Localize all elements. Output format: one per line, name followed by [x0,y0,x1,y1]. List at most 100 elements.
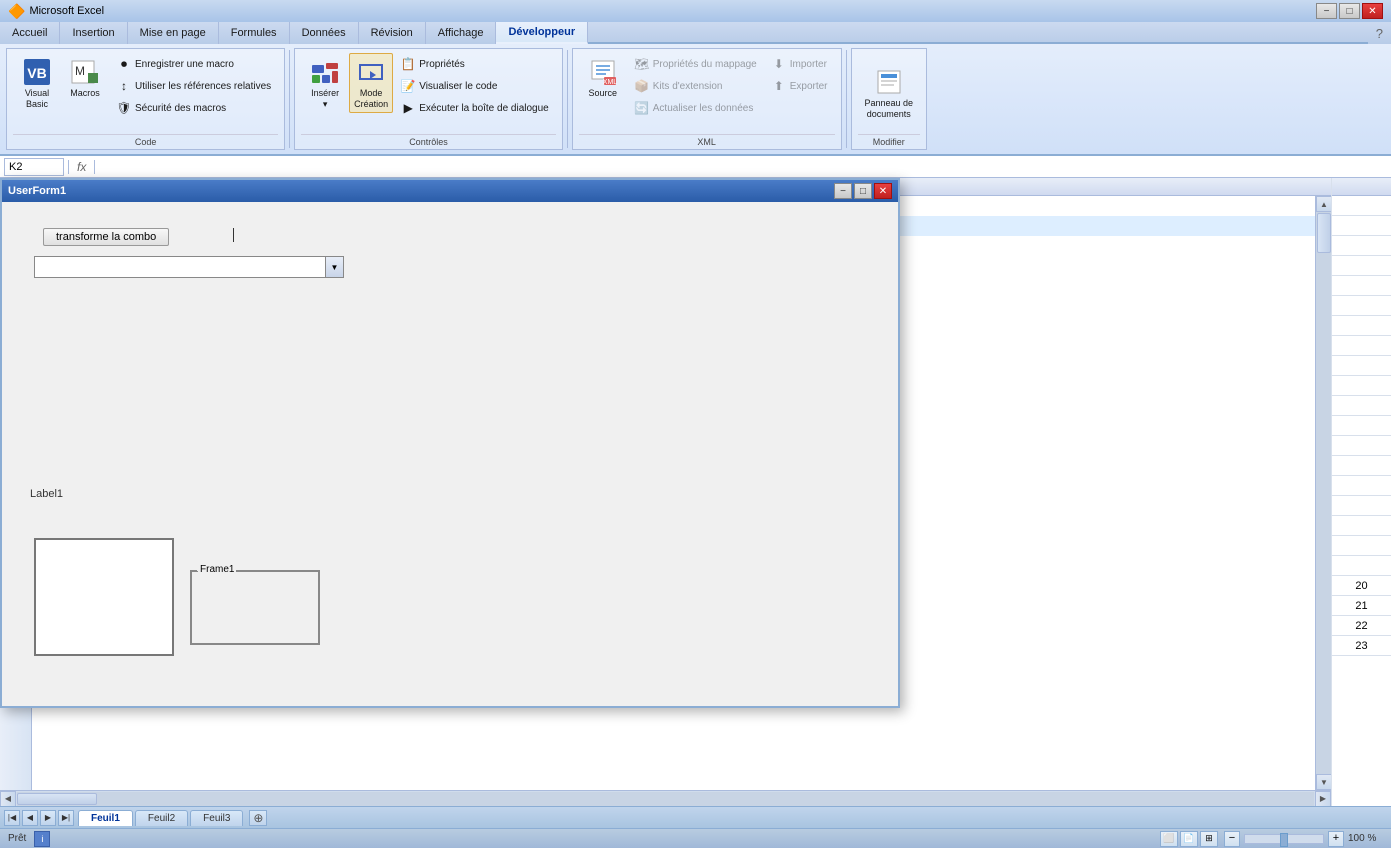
sheet-tab-feuil1[interactable]: Feuil1 [78,810,133,826]
extra-num-cell [1332,256,1391,276]
tab-affichage[interactable]: Affichage [426,22,497,44]
extra-num-cell [1332,296,1391,316]
sheet-nav-buttons: |◀ ◀ ▶ ▶| [0,810,78,826]
ribbon-group-controles: Insérer▾ ModeCréation 📋 Propriétés [294,48,563,150]
extra-num-cell [1332,236,1391,256]
dialog-maximize-button[interactable]: □ [854,183,872,199]
listbox-control[interactable] [34,538,174,656]
mode-creation-label: ModeCréation [354,88,388,110]
panneau-button[interactable]: Panneau dedocuments [860,63,919,123]
sheet-tab-bar: |◀ ◀ ▶ ▶| Feuil1 Feuil2 Feuil3 ⊕ [0,806,1391,828]
modifier-group-label: Modifier [858,134,921,147]
export-icon: ⬆ [771,78,787,94]
tab-accueil[interactable]: Accueil [0,22,60,44]
tab-developpeur[interactable]: Développeur [496,22,588,44]
enregistrer-macro-button[interactable]: ⏺ Enregistrer une macro [111,53,276,75]
page-layout-button[interactable]: 📄 [1180,831,1198,847]
dialog-minimize-button[interactable]: − [834,183,852,199]
ribbon-group-modifier: Panneau dedocuments Modifier [851,48,928,150]
status-icon: i [34,831,50,847]
tab-revision[interactable]: Révision [359,22,426,44]
scroll-left-button[interactable]: ◀ [0,791,16,807]
status-ready: Prêt [8,833,26,844]
kit-icon: 📦 [634,78,650,94]
view-controls: ⬜ 📄 ⊞ [1160,831,1218,847]
page-break-view-button[interactable]: ⊞ [1200,831,1218,847]
proprietes-button[interactable]: 📋 Propriétés [395,53,554,75]
h-scroll-thumb[interactable] [17,793,97,805]
mode-creation-icon [355,56,387,88]
zoom-out-button[interactable]: − [1224,831,1240,847]
sheet-nav-prev[interactable]: ◀ [22,810,38,826]
zoom-slider-thumb[interactable] [1280,833,1288,847]
visual-basic-icon: VB [21,56,53,88]
sheet-tab-feuil2[interactable]: Feuil2 [135,810,188,826]
inserer-icon [309,56,341,88]
controles-group-label: Contrôles [301,134,556,147]
minimize-button[interactable]: − [1316,3,1337,19]
cell-reference-input[interactable] [4,158,64,176]
visualiser-code-button[interactable]: 📝 Visualiser le code [395,75,554,97]
combobox-control[interactable]: ▼ [34,256,344,278]
tab-formules[interactable]: Formules [219,22,290,44]
macros-icon: M [69,56,101,88]
proprietes-mappage-button: 🗺 Propriétés du mappage [629,53,762,75]
combobox-dropdown-arrow[interactable]: ▼ [325,257,343,277]
add-sheet-button[interactable]: ⊕ [249,810,267,826]
dialog-controls: − □ ✕ [834,183,892,199]
extra-num-cell [1332,436,1391,456]
panneau-icon [873,66,905,98]
code-group-label: Code [13,134,278,147]
horizontal-scrollbar[interactable]: ◀ ▶ [0,790,1331,806]
svg-text:XML: XML [603,79,618,86]
sheet-nav-next[interactable]: ▶ [40,810,56,826]
ribbon-group-code: VB VisualBasic M Macros [6,48,285,150]
formula-input[interactable] [99,161,1387,173]
sheet-nav-last[interactable]: ▶| [58,810,74,826]
fx-label: fx [73,160,90,174]
exporter-button: ⬆ Exporter [766,75,833,97]
extra-num-cell [1332,536,1391,556]
formula-divider [68,160,69,174]
sheet-tab-feuil3[interactable]: Feuil3 [190,810,243,826]
extra-num-cell [1332,216,1391,236]
dialog-close-button[interactable]: ✕ [874,183,892,199]
formula-bar: fx [0,156,1391,178]
dialog-title: UserForm1 [8,185,66,197]
scroll-down-button[interactable]: ▼ [1316,774,1331,790]
macros-button[interactable]: M Macros [63,53,107,102]
extra-num-cell [1332,336,1391,356]
inserer-button[interactable]: Insérer▾ [303,53,347,113]
extra-num-21: 21 [1332,596,1391,616]
scroll-right-button[interactable]: ▶ [1315,791,1331,807]
dialog-titlebar: UserForm1 − □ ✕ [2,180,898,202]
transforme-combo-button[interactable]: transforme la combo [43,228,169,246]
extra-num-cell [1332,396,1391,416]
visual-basic-button[interactable]: VB VisualBasic [15,53,59,113]
maximize-button[interactable]: □ [1339,3,1360,19]
securite-macros-button[interactable]: 🛡 Sécurité des macros [111,97,276,119]
extra-num-cell [1332,516,1391,536]
tab-mise-en-page[interactable]: Mise en page [128,22,219,44]
references-relatives-button[interactable]: ↕ Utiliser les références relatives [111,75,276,97]
tab-donnees[interactable]: Données [290,22,359,44]
vertical-scrollbar[interactable]: ▲ ▼ [1315,196,1331,790]
extra-num-22: 22 [1332,616,1391,636]
extra-num-20: 20 [1332,576,1391,596]
tab-insertion[interactable]: Insertion [60,22,127,44]
normal-view-button[interactable]: ⬜ [1160,831,1178,847]
mode-creation-button[interactable]: ModeCréation [349,53,393,113]
scroll-up-button[interactable]: ▲ [1316,196,1331,212]
ribbon-help-icon[interactable]: ? [1368,22,1391,44]
extra-num-cell [1332,316,1391,336]
scroll-thumb[interactable] [1317,213,1331,253]
executer-boite-button[interactable]: ▶ Exécuter la boîte de dialogue [395,97,554,119]
source-button[interactable]: XML Source [581,53,625,102]
sheet-nav-first[interactable]: |◀ [4,810,20,826]
frame1-control: Frame1 Frame1 [190,570,320,645]
map-icon: 🗺 [634,56,650,72]
zoom-slider[interactable] [1244,834,1324,844]
close-button[interactable]: ✕ [1362,3,1383,19]
zoom-in-button[interactable]: + [1328,831,1344,847]
proprietes-icon: 📋 [400,56,416,72]
